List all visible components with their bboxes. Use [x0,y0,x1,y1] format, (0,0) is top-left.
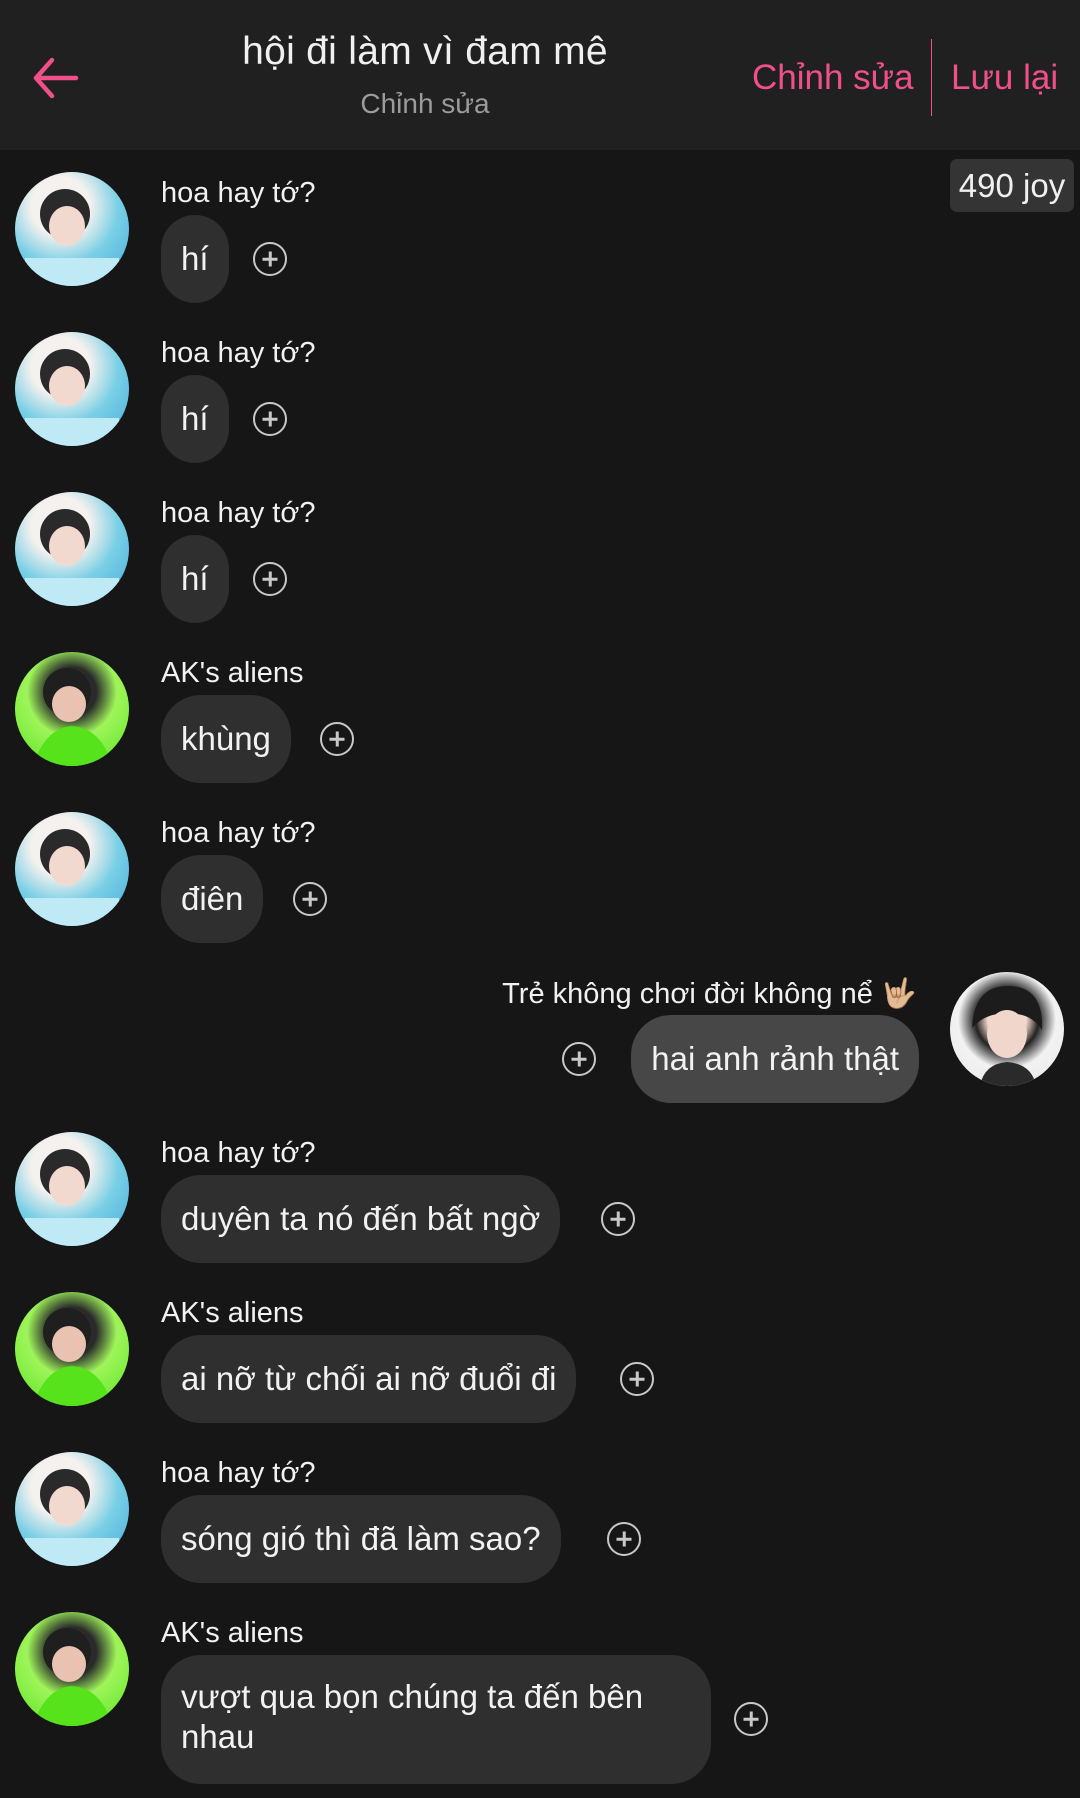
sender-name: AK's aliens [161,657,304,689]
add-reaction-icon[interactable] [607,1522,641,1556]
sender-name: hoa hay tớ? [161,1137,316,1169]
avatar[interactable] [15,1132,129,1246]
message-bubble[interactable]: ai nỡ từ chối ai nỡ đuổi đi [161,1335,577,1423]
back-arrow-icon[interactable] [30,52,82,104]
add-reaction-icon[interactable] [734,1702,768,1736]
add-reaction-icon[interactable] [562,1042,596,1076]
avatar[interactable] [15,812,129,926]
sender-name: hoa hay tớ? [161,177,316,209]
message-bubble[interactable]: hí [161,375,229,463]
sender-name: hoa hay tớ? [161,337,316,369]
chat-subtitle: Chỉnh sửa [360,88,490,119]
add-reaction-icon[interactable] [253,242,287,276]
add-reaction-icon[interactable] [320,722,354,756]
save-button[interactable]: Lưu lại [951,58,1058,98]
message-bubble[interactable]: hí [161,535,229,623]
avatar[interactable] [15,1452,129,1566]
chat-title-block: hội đi làm vì đam mê Chỉnh sửa [140,30,710,120]
avatar[interactable] [15,172,129,286]
sender-name: hoa hay tớ? [161,497,316,529]
avatar[interactable] [15,492,129,606]
avatar[interactable] [15,332,129,446]
sender-name: hoa hay tớ? [161,1457,316,1489]
sender-name: hoa hay tớ? [161,817,316,849]
message-bubble[interactable]: duyên ta nó đến bất ngờ [161,1175,561,1263]
message-bubble[interactable]: hí [161,215,229,303]
add-reaction-icon[interactable] [293,882,327,916]
add-reaction-icon[interactable] [601,1202,635,1236]
message-bubble[interactable]: sóng gió thì đã làm sao? [161,1495,561,1583]
message-bubble[interactable]: khùng [161,695,291,783]
avatar[interactable] [950,972,1064,1086]
sender-name: AK's aliens [161,1617,304,1649]
sender-name: Trẻ không chơi đời không nể 🤟🏼 [502,978,917,1010]
chat-title: hội đi làm vì đam mê [242,30,608,73]
avatar[interactable] [15,1612,129,1726]
chat-header: hội đi làm vì đam mê Chỉnh sửa Chỉnh sửa… [0,0,1080,150]
avatar[interactable] [15,652,129,766]
message-bubble[interactable]: hai anh rảnh thật [631,1015,919,1103]
joy-badge: 490 joy [950,159,1074,212]
add-reaction-icon[interactable] [253,402,287,436]
header-divider [931,39,932,116]
edit-button[interactable]: Chỉnh sửa [752,58,914,98]
message-bubble[interactable]: điên [161,855,264,943]
avatar[interactable] [15,1292,129,1406]
add-reaction-icon[interactable] [253,562,287,596]
sender-name: AK's aliens [161,1297,304,1329]
add-reaction-icon[interactable] [620,1362,654,1396]
message-bubble[interactable]: vượt qua bọn chúng ta đến bên nhau [161,1655,711,1784]
